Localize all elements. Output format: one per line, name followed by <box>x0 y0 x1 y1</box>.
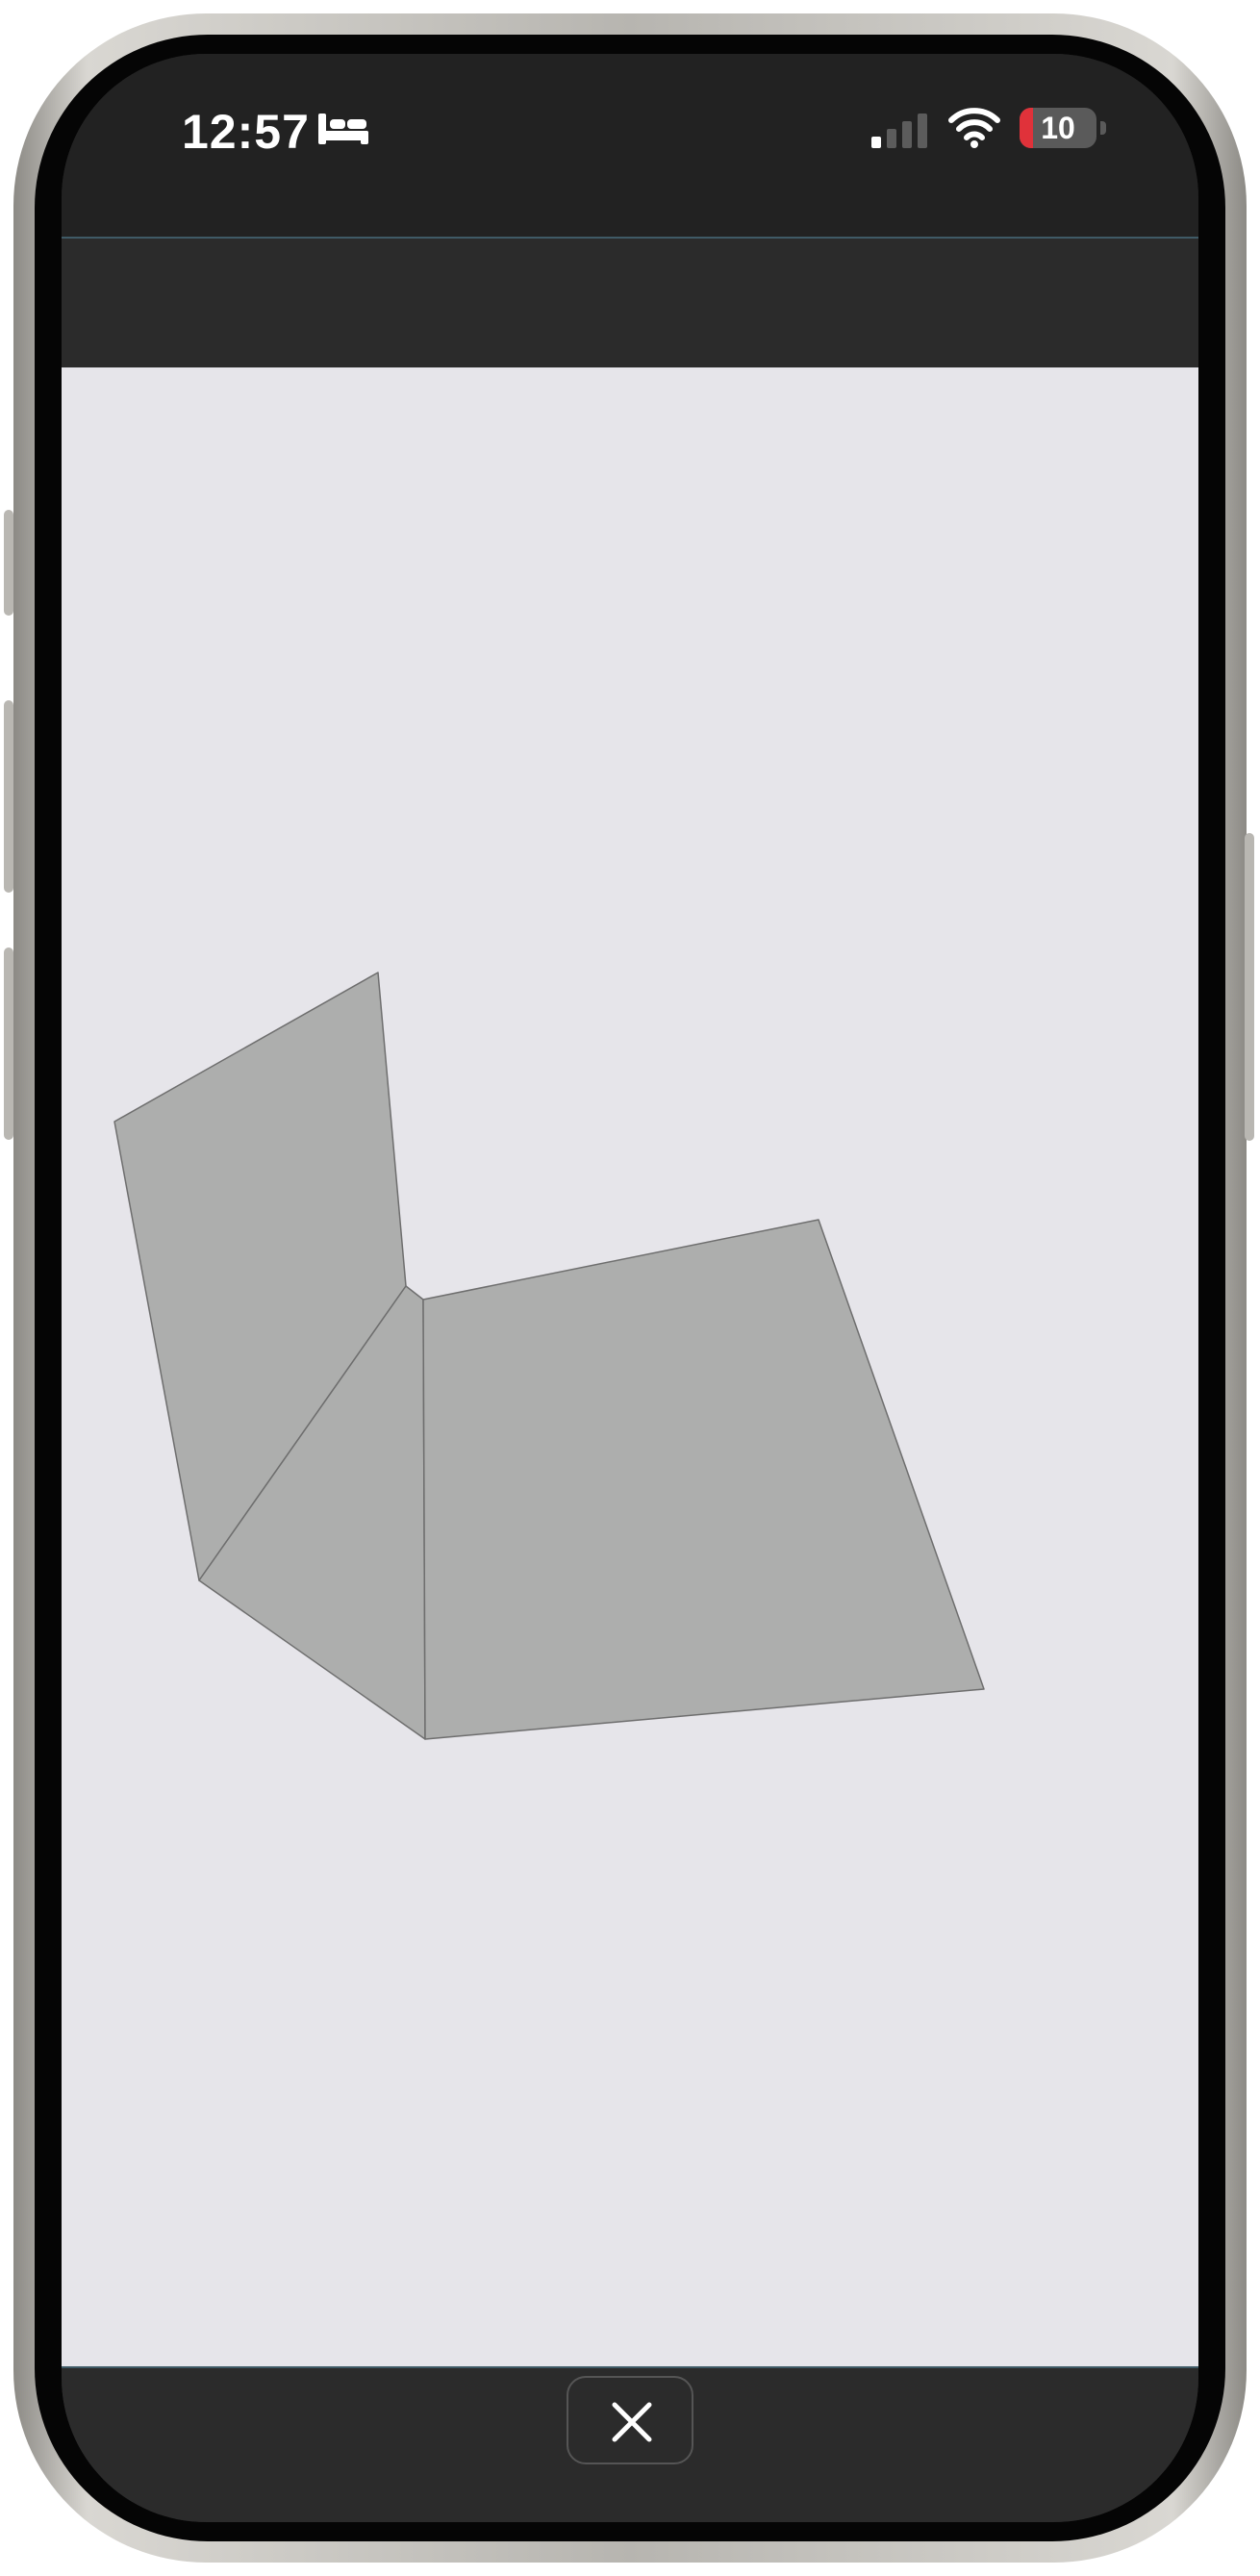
right-panel <box>422 1219 985 1740</box>
3d-canvas[interactable] <box>62 367 1198 2366</box>
model-viewport[interactable] <box>62 367 1198 2366</box>
power-button <box>1245 833 1254 1141</box>
action-button <box>4 510 13 616</box>
cellular-signal-icon <box>869 112 929 150</box>
top-toolbar <box>62 239 1198 367</box>
bed-icon <box>316 112 370 146</box>
bottom-bar <box>62 2368 1198 2522</box>
battery-tip <box>1100 121 1106 135</box>
status-time: 12:57 <box>182 105 310 159</box>
wifi-icon <box>948 107 1000 149</box>
volume-up-button <box>4 700 13 893</box>
phone-screen: 12:57 10 <box>62 54 1198 2522</box>
status-bar: 12:57 10 <box>62 54 1198 237</box>
close-button[interactable] <box>567 2376 693 2464</box>
close-icon <box>612 2402 652 2442</box>
battery-level: 10 <box>1041 111 1075 145</box>
battery-icon: 10 <box>1020 108 1096 148</box>
volume-down-button <box>4 947 13 1140</box>
folded-paper-model[interactable] <box>113 972 985 1740</box>
